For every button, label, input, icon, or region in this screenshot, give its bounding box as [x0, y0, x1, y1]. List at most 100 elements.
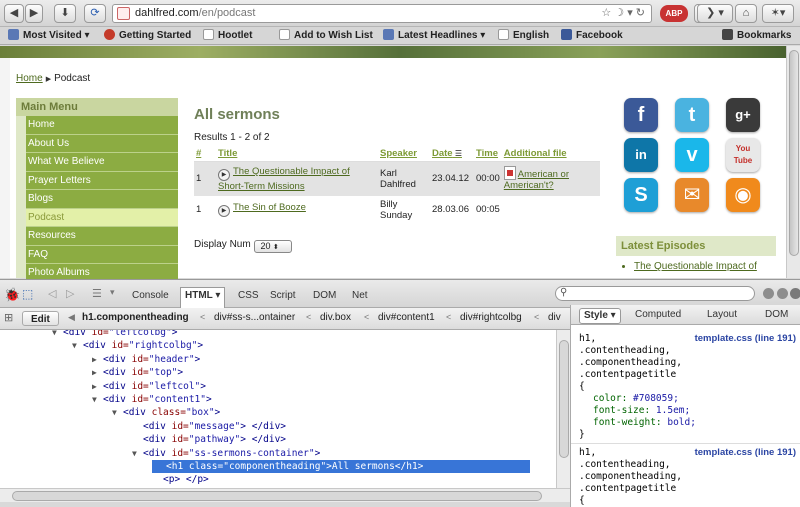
side-tab-computed[interactable]: Computed [631, 308, 685, 322]
page-scrollbar[interactable] [786, 46, 800, 278]
column-header-number[interactable]: # [194, 146, 216, 162]
url-bar[interactable]: dahlfred.com/en/podcast ☆ ☽ ▾ ↻ [112, 4, 652, 23]
html-tree-node[interactable]: <p> </p> [152, 473, 209, 486]
dropdown-icon[interactable]: ▾ [627, 7, 633, 19]
breadcrumb-home-link[interactable]: Home [16, 73, 43, 84]
sermon-title-link[interactable]: The Sin of Booze [233, 202, 306, 213]
latest-episode-link[interactable]: The Questionable Impact of [634, 260, 776, 273]
youtube-icon[interactable]: You Tube [726, 138, 760, 172]
expand-toggle-icon[interactable]: ▼ [72, 339, 83, 352]
twitter-icon[interactable]: t [675, 98, 709, 132]
bookmark-english[interactable]: English [498, 29, 549, 43]
bookmark-latest-headlines[interactable]: Latest Headlines ▾ [383, 29, 485, 43]
html-tree-node[interactable]: ▶ <div id="top"> [92, 366, 183, 379]
html-tree-node[interactable]: ▼ <div id="rightcolbg"> [72, 339, 203, 352]
html-tree-node[interactable]: ▶ <div id="leftcol"> [92, 380, 206, 393]
menu-item-what-we-believe[interactable]: What We Believe [26, 153, 178, 172]
edit-button[interactable]: Edit [22, 311, 59, 326]
html-tree-node[interactable]: <h1 class="componentheading">All sermons… [152, 460, 530, 473]
email-icon[interactable]: ✉ [675, 178, 709, 212]
bookmark-star-icon[interactable]: ☆ [601, 7, 611, 19]
css-source-link[interactable]: template.css (line 191) [695, 447, 796, 458]
play-icon[interactable]: ▶ [218, 168, 230, 181]
inspect-icon[interactable]: ⬚ [22, 287, 33, 301]
side-tab-layout[interactable]: Layout [703, 308, 741, 322]
html-panel-hscrollbar[interactable] [0, 488, 570, 502]
menu-item-blogs[interactable]: Blogs [26, 190, 178, 209]
html-breadcrumb-item[interactable]: div#ss-s...ontainer [214, 312, 295, 323]
url-text[interactable]: dahlfred.com/en/podcast [135, 7, 255, 19]
column-header-time[interactable]: Time [474, 146, 502, 162]
facebook-icon[interactable]: f [624, 98, 658, 132]
expand-toggle-icon[interactable]: ▶ [92, 366, 103, 379]
html-tree-node[interactable]: <div id="message"> </div> [132, 420, 286, 433]
play-icon[interactable]: ▶ [218, 205, 230, 217]
home-button[interactable]: ⌂ [735, 4, 757, 23]
expand-toggle-icon[interactable]: ▼ [132, 447, 143, 460]
menu-item-podcast[interactable]: Podcast [26, 208, 178, 227]
html-panel-hscrollbar-thumb[interactable] [12, 491, 542, 501]
detach-icon[interactable] [777, 288, 788, 299]
firebug-search-input[interactable]: ⚲ [555, 286, 755, 301]
moon-icon[interactable]: ☽ [614, 7, 624, 19]
forward-button[interactable]: ▶ [25, 4, 43, 23]
css-property[interactable]: font-weight: bold; [593, 417, 696, 429]
menu-item-faq[interactable]: FAQ [26, 245, 178, 264]
vimeo-icon[interactable]: v [675, 138, 709, 172]
chevron-down-icon[interactable]: ▾ [110, 287, 115, 298]
google-plus-icon[interactable]: g+ [726, 98, 760, 132]
scroll-left-icon[interactable]: ◀ [68, 312, 75, 323]
list-icon[interactable]: ☰ [92, 287, 102, 300]
skype-icon[interactable]: S [624, 178, 658, 212]
tab-html[interactable]: HTML ▾ [180, 287, 226, 308]
tab-script[interactable]: Script [266, 288, 300, 304]
tab-css[interactable]: CSS [234, 288, 263, 304]
tab-console[interactable]: Console [128, 288, 173, 304]
rss-icon[interactable]: ◉ [726, 178, 760, 212]
menu-item-home[interactable]: Home [26, 116, 178, 135]
side-tab-dom[interactable]: DOM [761, 308, 792, 322]
css-property[interactable]: color: #708059; [593, 393, 679, 405]
linkedin-icon[interactable]: in [624, 138, 658, 172]
expand-toggle-icon[interactable]: ▼ [112, 406, 123, 419]
layout-icon[interactable]: ⊞ [4, 311, 13, 324]
html-tree-node[interactable]: <div id="pathway"> </div> [132, 433, 286, 446]
side-tab-style[interactable]: Style ▾ [579, 308, 621, 324]
css-source-link[interactable]: template.css (line 191) [695, 333, 796, 344]
expand-toggle-icon[interactable]: ▶ [92, 380, 103, 393]
bookmark-hootlet[interactable]: Hootlet [203, 29, 252, 43]
html-panel-scrollbar-thumb[interactable] [559, 340, 569, 458]
firebug-icon[interactable]: 🐞 [4, 287, 20, 303]
expand-toggle-icon[interactable]: ▶ [92, 353, 103, 366]
html-breadcrumb-item[interactable]: div#rightcolbg [460, 312, 522, 323]
reload-icon[interactable]: ↻ [636, 7, 645, 19]
column-header-additional-file[interactable]: Additional file [501, 146, 600, 162]
expand-toggle-icon[interactable]: ▼ [52, 330, 63, 339]
page-scrollbar-thumb[interactable] [789, 50, 799, 256]
adblock-plus-button[interactable]: ABP [660, 5, 688, 22]
tab-net[interactable]: Net [348, 288, 372, 304]
tab-dom[interactable]: DOM [309, 288, 340, 304]
sync-button[interactable]: ⟳ [84, 4, 106, 23]
html-tree-node[interactable]: ▶ <div id="header"> [92, 353, 200, 366]
column-header-date[interactable]: Date ☰ [430, 146, 474, 162]
display-num-select[interactable]: 20 ⬍ [254, 240, 293, 253]
column-header-speaker[interactable]: Speaker [378, 146, 430, 162]
column-header-title[interactable]: Title [216, 146, 378, 162]
bookmark-getting-started[interactable]: Getting Started [104, 29, 191, 43]
minimize-icon[interactable] [763, 288, 774, 299]
menu-item-resources[interactable]: Resources [26, 227, 178, 246]
addon-button[interactable]: ✶▾ [762, 4, 794, 23]
menu-item-about-us[interactable]: About Us [26, 134, 178, 153]
html-panel-scrollbar[interactable] [556, 330, 570, 488]
html-tree-node[interactable]: ▼ <div id="ss-sermons-container"> [132, 447, 320, 460]
html-breadcrumb-item[interactable]: div [548, 312, 561, 323]
html-breadcrumb-item[interactable]: div#content1 [378, 312, 435, 323]
back-button[interactable]: ◀ [4, 4, 24, 23]
html-breadcrumb-item[interactable]: h1.componentheading [82, 312, 189, 323]
html-tree-node[interactable]: ▼ <div id="leftcolbg"> [52, 330, 177, 339]
html-tree-node[interactable]: ▼ <div id="content1"> [92, 393, 212, 406]
bookmarks-menu[interactable]: Bookmarks [722, 29, 791, 43]
bookmark-facebook[interactable]: Facebook [561, 29, 623, 43]
bookmark-most-visited[interactable]: Most Visited ▾ [8, 29, 90, 43]
